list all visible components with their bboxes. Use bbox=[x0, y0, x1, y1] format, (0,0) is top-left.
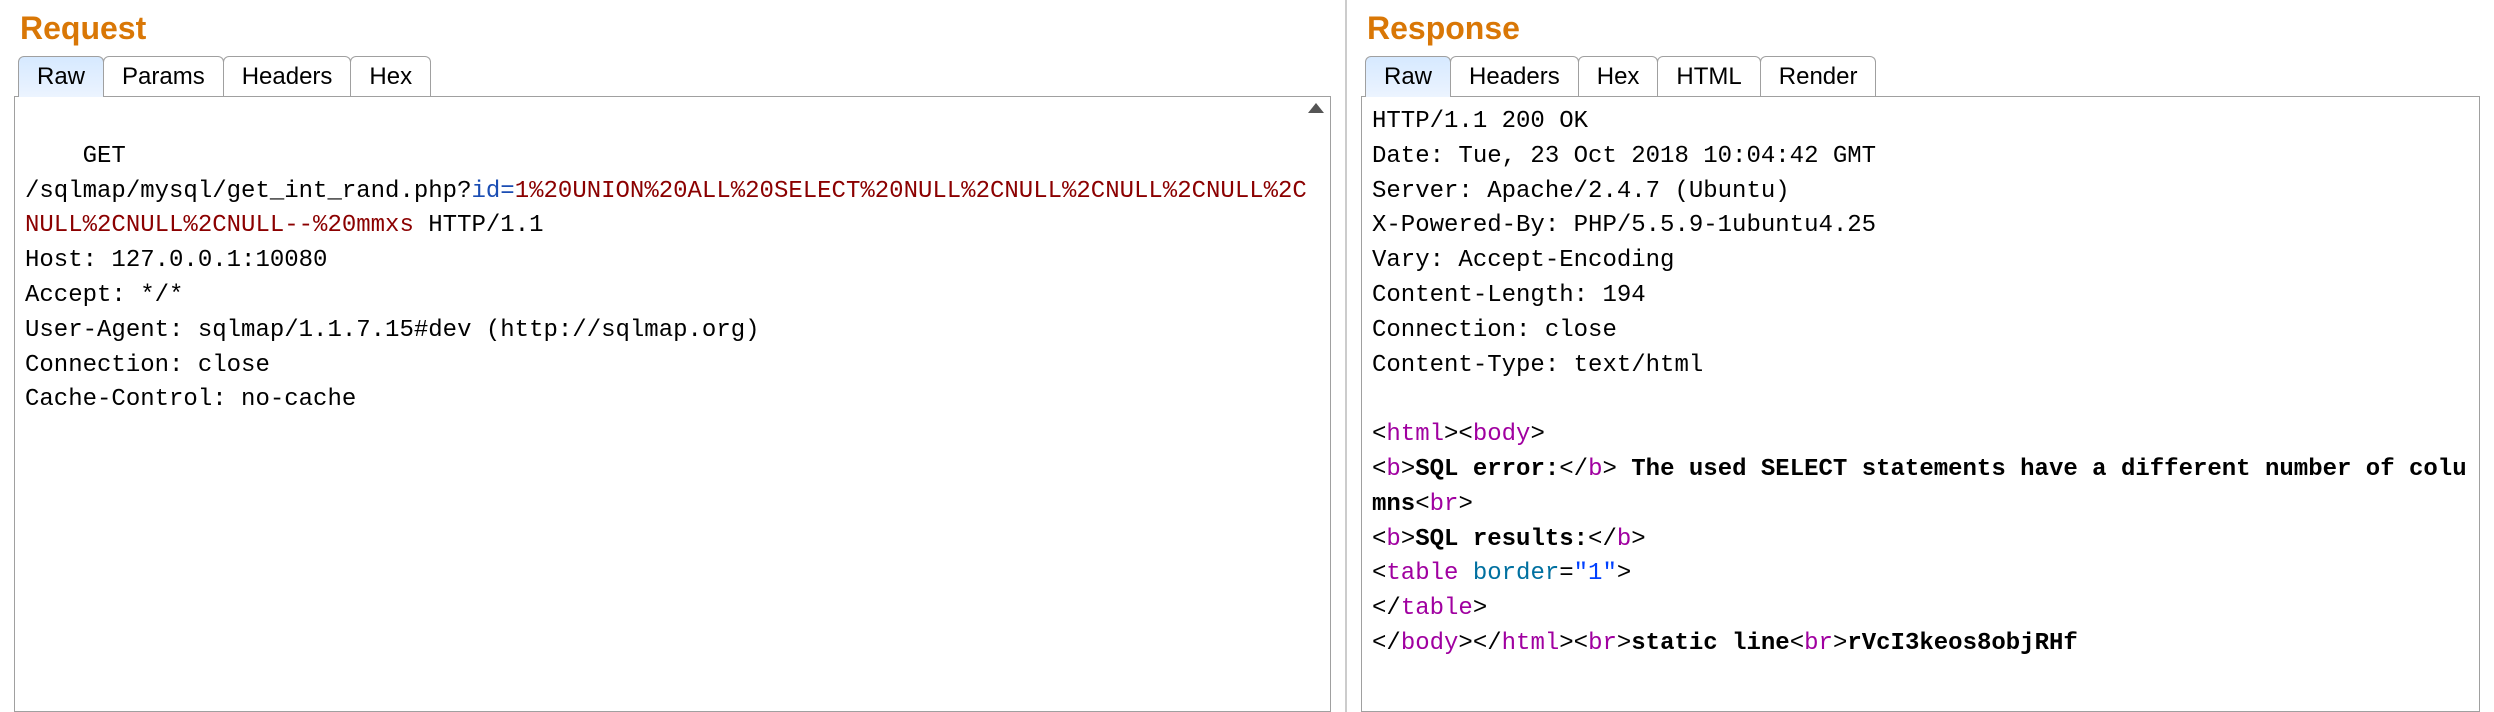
tag-b: b bbox=[1386, 456, 1400, 483]
tag-html: html bbox=[1386, 421, 1444, 448]
tag-br: br bbox=[1804, 630, 1833, 657]
tag-html-close: html bbox=[1502, 630, 1560, 657]
response-header: Vary: Accept-Encoding bbox=[1372, 247, 1674, 274]
tag-body: body bbox=[1473, 421, 1531, 448]
response-header: Connection: close bbox=[1372, 317, 1617, 344]
response-panel: Response Raw Headers Hex HTML Render HTT… bbox=[1345, 0, 2494, 712]
response-header: Server: Apache/2.4.7 (Ubuntu) bbox=[1372, 178, 1790, 205]
static-line: static line bbox=[1631, 630, 1789, 657]
response-header: Content-Length: 194 bbox=[1372, 282, 1646, 309]
tag-table: table bbox=[1386, 560, 1458, 587]
request-raw-content[interactable]: GET /sqlmap/mysql/get_int_rand.php?id=1%… bbox=[14, 96, 1331, 712]
tab-render[interactable]: Render bbox=[1760, 56, 1877, 97]
request-header: Cache-Control: no-cache bbox=[25, 386, 356, 413]
attr-border-name: border bbox=[1473, 560, 1559, 587]
tab-html[interactable]: HTML bbox=[1657, 56, 1760, 97]
random-tail: rVcI3keos8objRHf bbox=[1847, 630, 2077, 657]
request-header: Host: 127.0.0.1:10080 bbox=[25, 247, 327, 274]
scroll-up-icon[interactable] bbox=[1308, 103, 1324, 113]
tab-raw[interactable]: Raw bbox=[1365, 56, 1451, 97]
attr-border-val: "1" bbox=[1574, 560, 1617, 587]
response-status: HTTP/1.1 200 OK bbox=[1372, 108, 1588, 135]
tag-table-close: table bbox=[1401, 595, 1473, 622]
request-title: Request bbox=[20, 10, 1331, 47]
tag-br: br bbox=[1430, 491, 1459, 518]
tag-b: b bbox=[1386, 526, 1400, 553]
tab-raw[interactable]: Raw bbox=[18, 56, 104, 97]
request-header: Connection: close bbox=[25, 352, 270, 379]
tag-b-close: b bbox=[1588, 456, 1602, 483]
tag-body-close: body bbox=[1401, 630, 1459, 657]
request-method: GET bbox=[83, 143, 126, 170]
request-path: /sqlmap/mysql/get_int_rand.php? bbox=[25, 178, 471, 205]
response-header: X-Powered-By: PHP/5.5.9-1ubuntu4.25 bbox=[1372, 212, 1876, 239]
tag-b-close: b bbox=[1617, 526, 1631, 553]
tab-hex[interactable]: Hex bbox=[350, 56, 431, 97]
request-header: Accept: */* bbox=[25, 282, 183, 309]
tag-br: br bbox=[1588, 630, 1617, 657]
request-panel: Request Raw Params Headers Hex GET /sqlm… bbox=[0, 0, 1345, 712]
request-http-version: HTTP/1.1 bbox=[414, 212, 544, 239]
request-param-name: id bbox=[471, 178, 500, 205]
response-tabs: Raw Headers Hex HTML Render bbox=[1365, 55, 2480, 96]
response-raw-content[interactable]: HTTP/1.1 200 OK Date: Tue, 23 Oct 2018 1… bbox=[1361, 96, 2480, 712]
tab-headers[interactable]: Headers bbox=[1450, 56, 1579, 97]
response-title: Response bbox=[1367, 10, 2480, 47]
request-param-sep: = bbox=[500, 178, 514, 205]
request-tabs: Raw Params Headers Hex bbox=[18, 55, 1331, 96]
response-header: Date: Tue, 23 Oct 2018 10:04:42 GMT bbox=[1372, 143, 1876, 170]
tab-hex[interactable]: Hex bbox=[1578, 56, 1659, 97]
tab-params[interactable]: Params bbox=[103, 56, 224, 97]
tab-headers[interactable]: Headers bbox=[223, 56, 352, 97]
sql-error-label: SQL error: bbox=[1415, 456, 1559, 483]
response-header: Content-Type: text/html bbox=[1372, 352, 1703, 379]
sql-results-label: SQL results: bbox=[1415, 526, 1588, 553]
request-header: User-Agent: sqlmap/1.1.7.15#dev (http://… bbox=[25, 317, 760, 344]
